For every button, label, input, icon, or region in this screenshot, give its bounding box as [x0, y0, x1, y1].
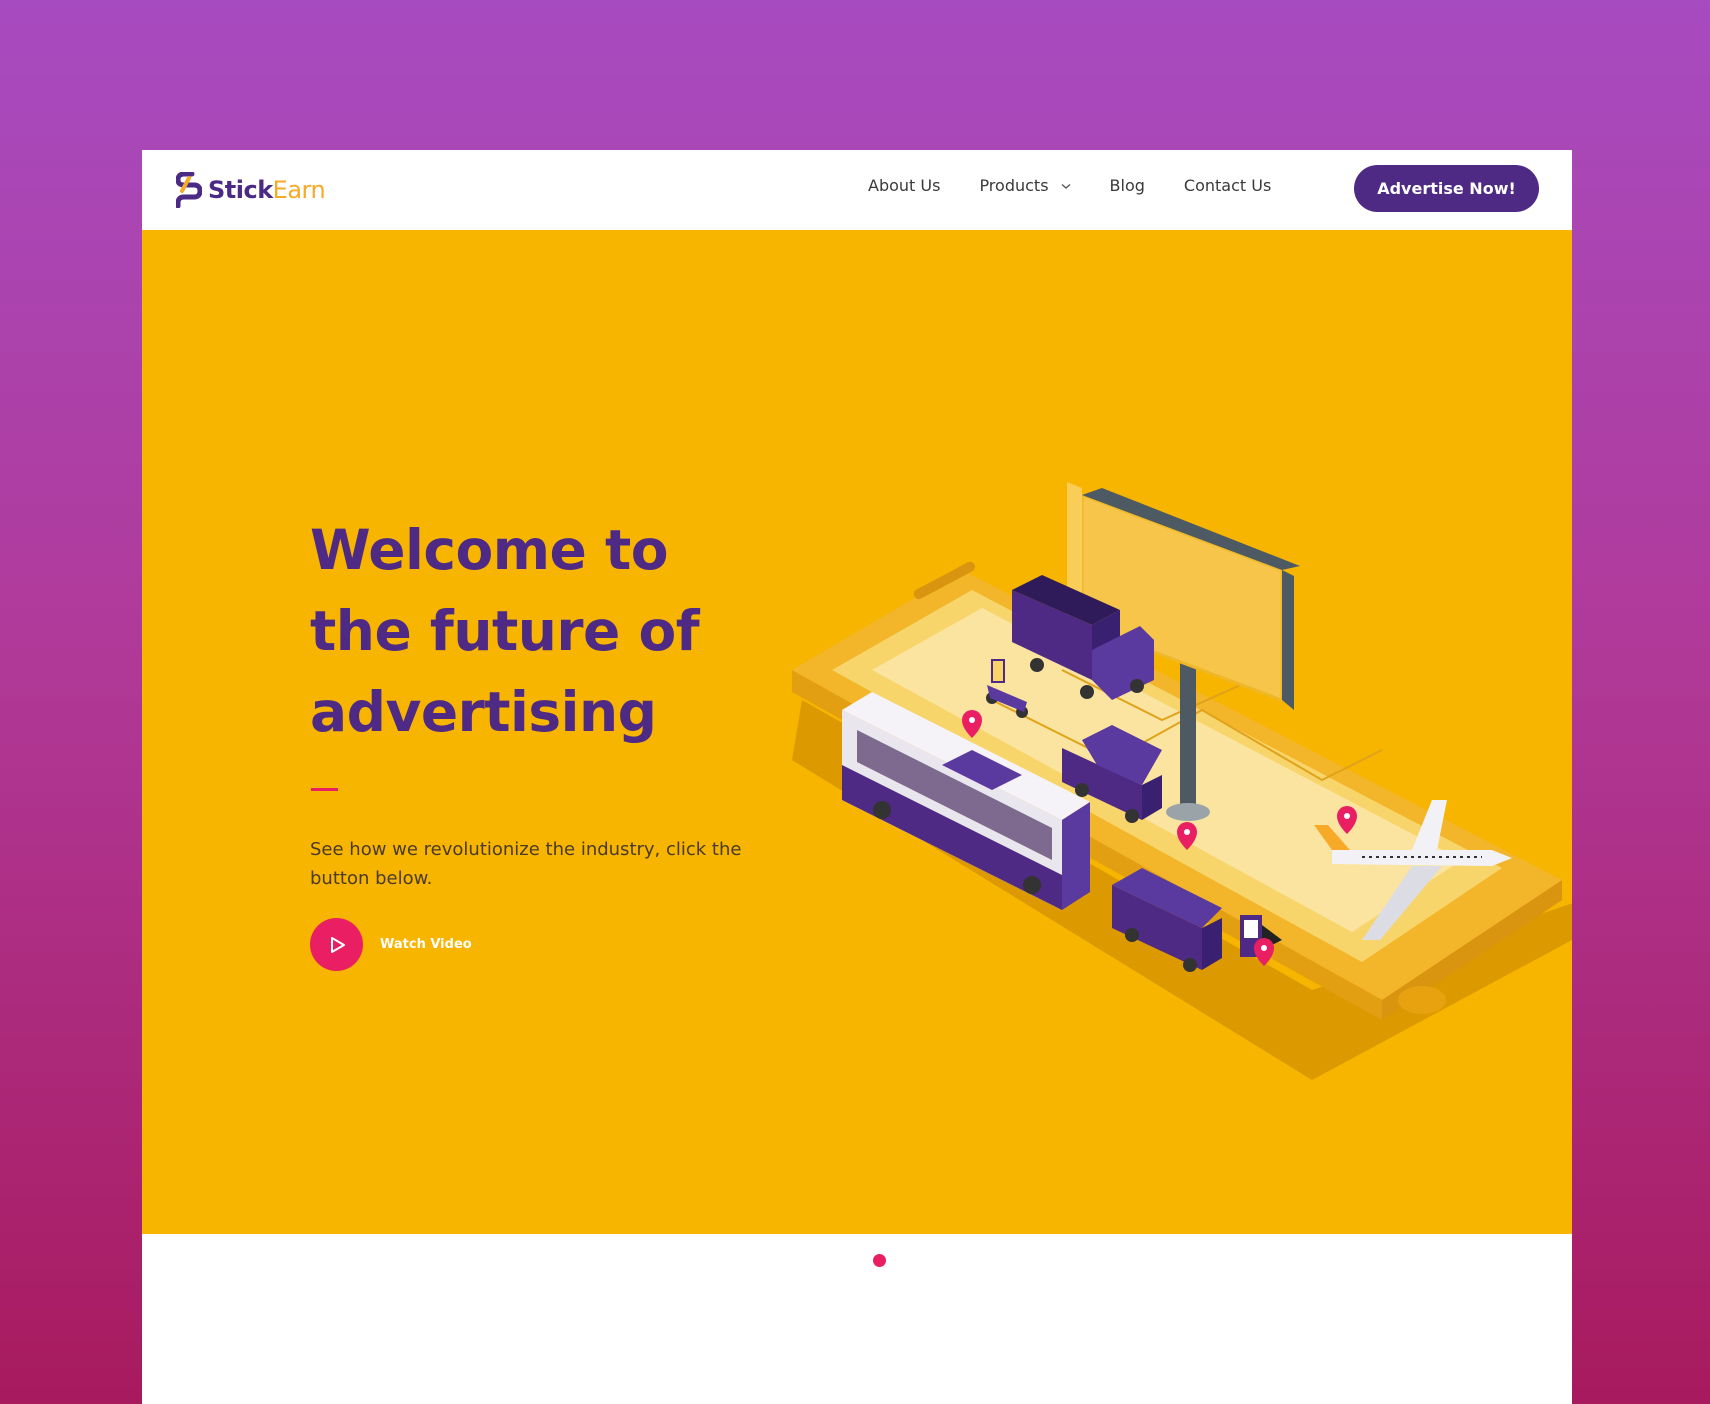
advertise-now-button[interactable]: Advertise Now! [1354, 165, 1539, 212]
slider-dots [848, 1254, 886, 1267]
chevron-down-icon [1061, 183, 1070, 189]
title-divider [311, 788, 338, 791]
logo[interactable]: StickEarn [176, 170, 326, 210]
play-icon [330, 936, 345, 953]
logo-mark-icon [176, 172, 202, 208]
navbar: StickEarn About Us Products Blog Contact… [142, 150, 1572, 230]
nav-label: Blog [1109, 176, 1145, 195]
nav-about-us[interactable]: About Us [868, 176, 940, 195]
slider-dot-2[interactable] [873, 1254, 886, 1267]
slider-dot-1[interactable] [848, 1254, 861, 1267]
nav-label: About Us [868, 176, 941, 195]
nav-label: Products [979, 176, 1049, 195]
smartphone-transport-illustration [792, 482, 1572, 1080]
logo-text: StickEarn [208, 176, 326, 204]
main-nav: About Us Products Blog Contact Us [868, 176, 1310, 195]
nav-products[interactable]: Products [979, 176, 1070, 195]
play-button[interactable] [310, 918, 363, 971]
watch-video-label: Watch Video [380, 937, 472, 952]
watch-video-link[interactable]: Watch Video [310, 918, 472, 971]
hero-section: Welcome to the future of advertising See… [142, 230, 1572, 1234]
nav-blog[interactable]: Blog [1110, 176, 1145, 195]
website-frame: StickEarn About Us Products Blog Contact… [142, 150, 1572, 1404]
nav-label: Contact Us [1183, 176, 1272, 195]
nav-contact-us[interactable]: Contact Us [1184, 176, 1271, 195]
